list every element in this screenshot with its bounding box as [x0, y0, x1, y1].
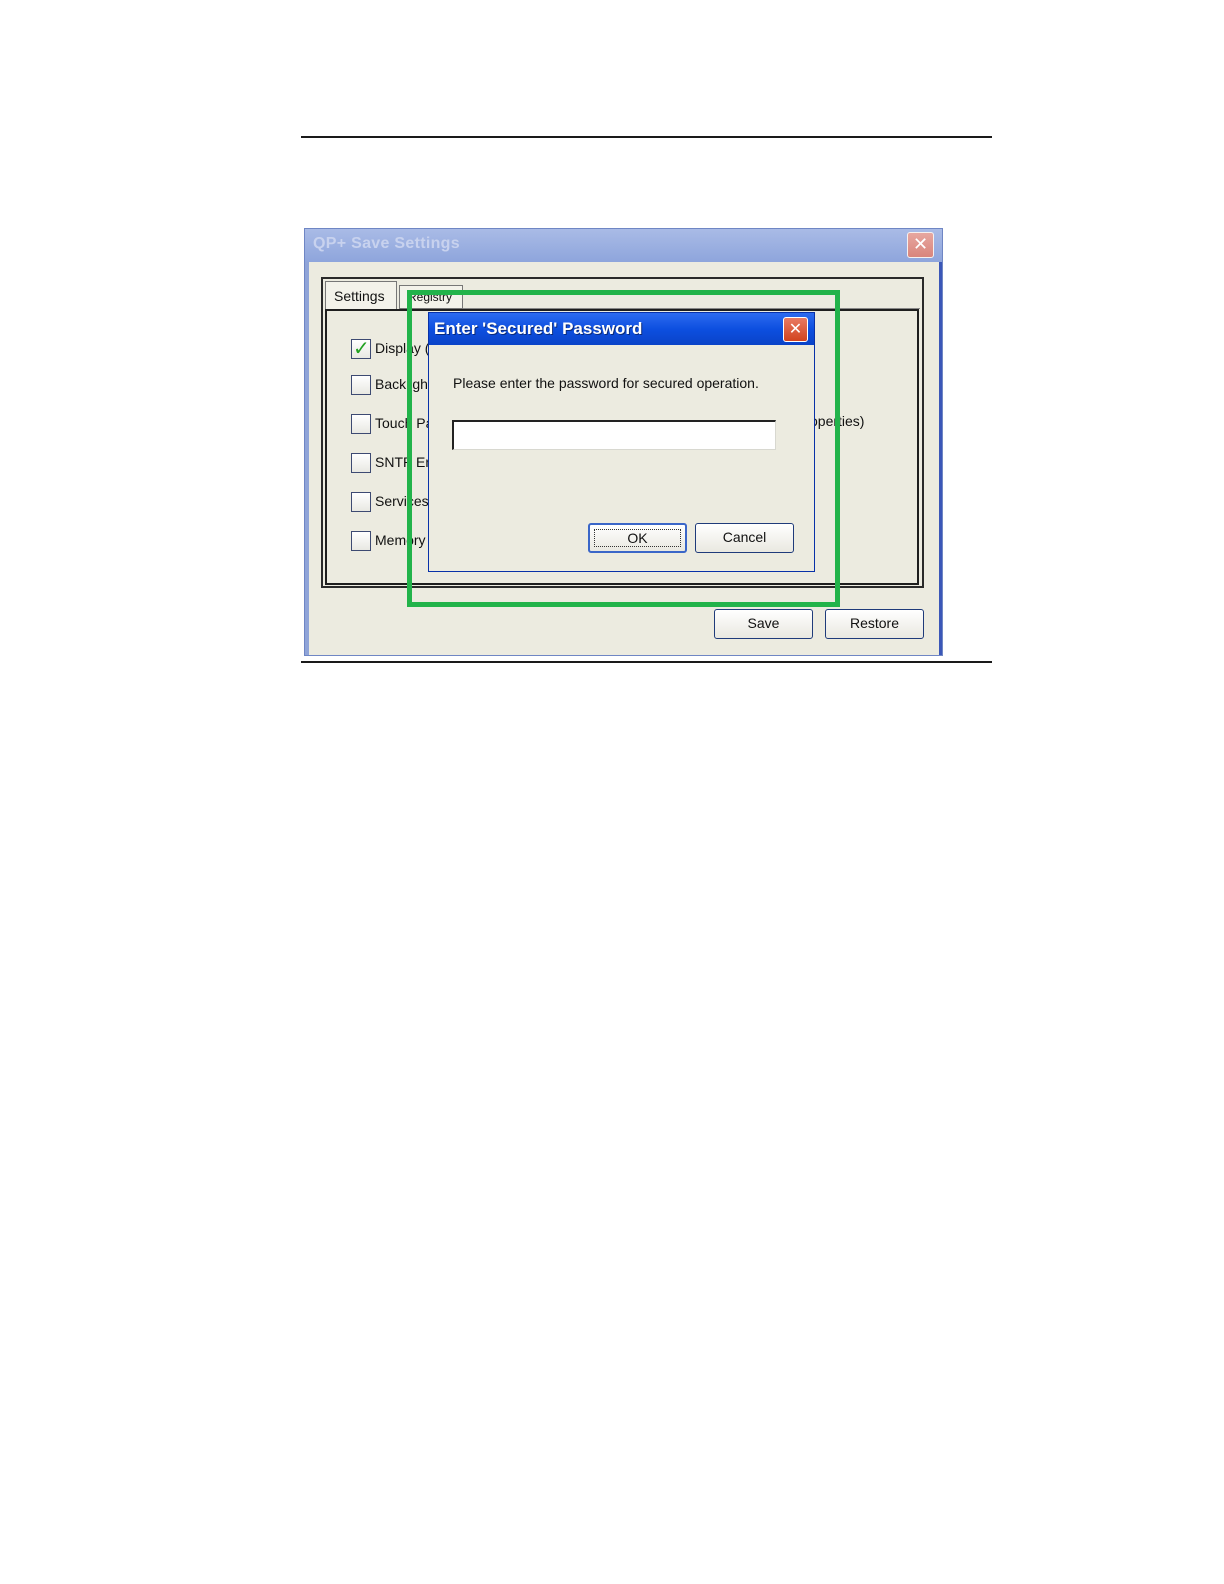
touch-panel-checkbox[interactable]	[351, 414, 371, 434]
window-title: QP+ Save Settings	[313, 235, 460, 252]
window-left-border	[305, 262, 309, 655]
bottom-rule	[301, 661, 992, 663]
backlight-checkbox[interactable]	[351, 375, 371, 395]
memory-checkbox[interactable]	[351, 531, 371, 551]
window-title-bar: QP+ Save Settings	[305, 229, 942, 262]
services-checkbox[interactable]	[351, 492, 371, 512]
highlight-box	[407, 290, 840, 607]
sntp-checkbox[interactable]	[351, 453, 371, 473]
window-right-border	[939, 262, 942, 655]
checkmark-icon: ✓	[353, 336, 370, 360]
window-close-icon[interactable]: ✕	[907, 232, 934, 258]
display-checkbox[interactable]: ✓	[351, 336, 371, 360]
top-rule	[301, 136, 992, 138]
save-button[interactable]: Save	[714, 609, 813, 639]
restore-button[interactable]: Restore	[825, 609, 924, 639]
tab-settings[interactable]: Settings	[325, 281, 397, 309]
